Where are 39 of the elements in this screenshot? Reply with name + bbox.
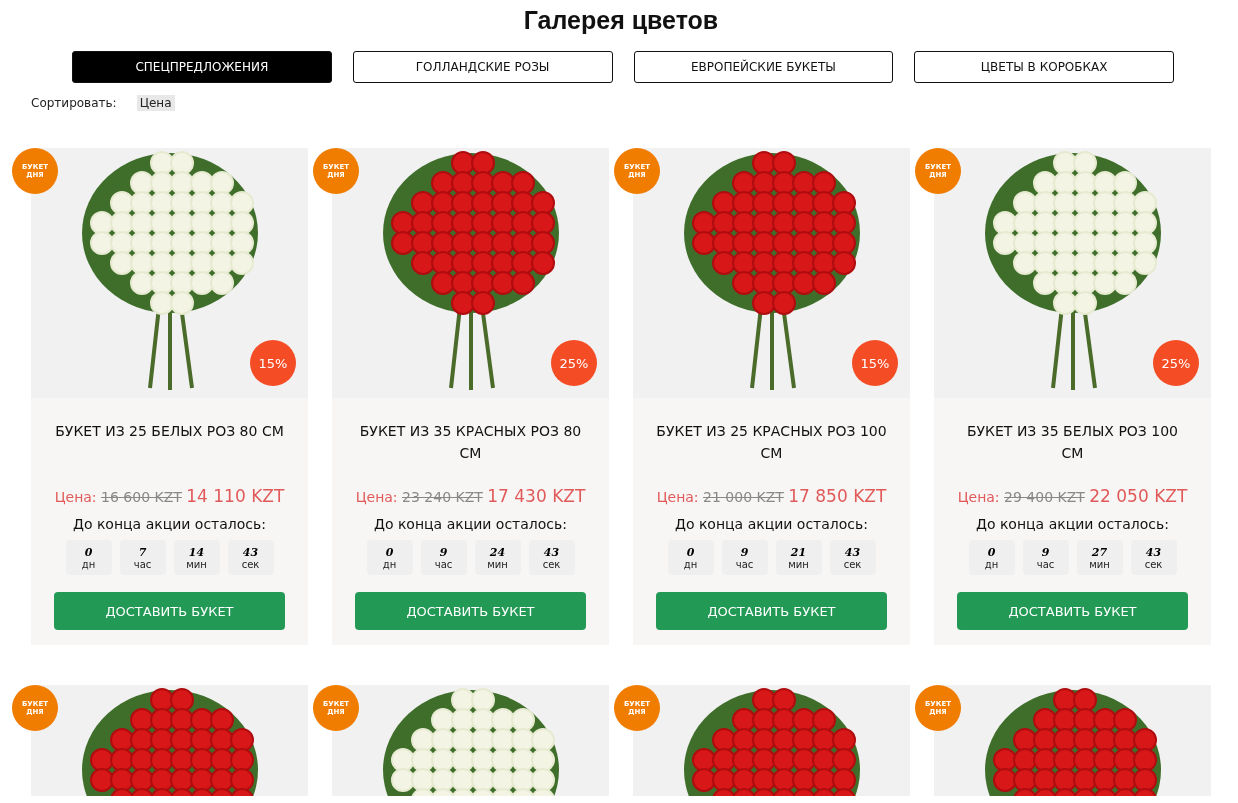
- product-name: БУКЕТ ИЗ 35 БЕЛЫХ РОЗ 100 СМ: [965, 422, 1180, 463]
- countdown-label: До конца акции осталось:: [372, 516, 569, 532]
- countdown-cell: 7 час: [119, 540, 166, 575]
- price-line: Цена: 23 240 KZT 17 430 KZT: [355, 486, 586, 506]
- countdown-cell: 0 дн: [366, 540, 413, 575]
- sort-label: Сортировать:: [31, 96, 117, 110]
- countdown-cell: 43 сек: [227, 540, 274, 575]
- countdown-cell: 21 мин: [775, 540, 822, 575]
- countdown-cell: 43 сек: [528, 540, 575, 575]
- countdown-cell: 0 дн: [667, 540, 714, 575]
- deliver-button[interactable]: ДОСТАВИТЬ БУКЕТ: [54, 592, 285, 630]
- countdown-label: До конца акции осталось:: [673, 516, 870, 532]
- deliver-button[interactable]: ДОСТАВИТЬ БУКЕТ: [355, 592, 586, 630]
- countdown-cell: 0 дн: [968, 540, 1015, 575]
- countdown-cell: 9 час: [721, 540, 768, 575]
- category-tab[interactable]: ЦВЕТЫ В КОРОБКАХ: [914, 51, 1174, 83]
- countdown-cell: 0 дн: [65, 540, 112, 575]
- product-name: БУКЕТ ИЗ 25 БЕЛЫХ РОЗ 80 СМ: [54, 422, 285, 441]
- category-tab[interactable]: СПЕЦПРЕДЛОЖЕНИЯ: [72, 51, 332, 83]
- countdown-cell: 9 час: [420, 540, 467, 575]
- countdown-cell: 14 мин: [173, 540, 220, 575]
- deliver-button[interactable]: ДОСТАВИТЬ БУКЕТ: [656, 592, 887, 630]
- deliver-button[interactable]: ДОСТАВИТЬ БУКЕТ: [957, 592, 1188, 630]
- price-line: Цена: 16 600 KZT 14 110 KZT: [54, 486, 285, 506]
- page-title: Галерея цветов: [522, 6, 720, 35]
- countdown-cell: 27 мин: [1076, 540, 1123, 575]
- countdown-cell: 43 сек: [829, 540, 876, 575]
- countdown-cell: 24 мин: [474, 540, 521, 575]
- product-name: БУКЕТ ИЗ 35 КРАСНЫХ РОЗ 80 СМ: [358, 422, 583, 463]
- price-line: Цена: 29 400 KZT 22 050 KZT: [957, 486, 1188, 506]
- countdown-label: До конца акции осталось:: [71, 516, 268, 532]
- countdown-label: До конца акции осталось:: [974, 516, 1171, 532]
- product-name: БУКЕТ ИЗ 25 КРАСНЫХ РОЗ 100 СМ: [656, 422, 887, 463]
- countdown-cell: 9 час: [1022, 540, 1069, 575]
- countdown-cell: 43 сек: [1130, 540, 1177, 575]
- sort-option[interactable]: Цена: [136, 95, 175, 111]
- price-line: Цена: 21 000 KZT 17 850 KZT: [656, 486, 887, 506]
- category-tab[interactable]: ЕВРОПЕЙСКИЕ БУКЕТЫ: [633, 51, 894, 83]
- category-tab[interactable]: ГОЛЛАНДСКИЕ РОЗЫ: [352, 51, 613, 83]
